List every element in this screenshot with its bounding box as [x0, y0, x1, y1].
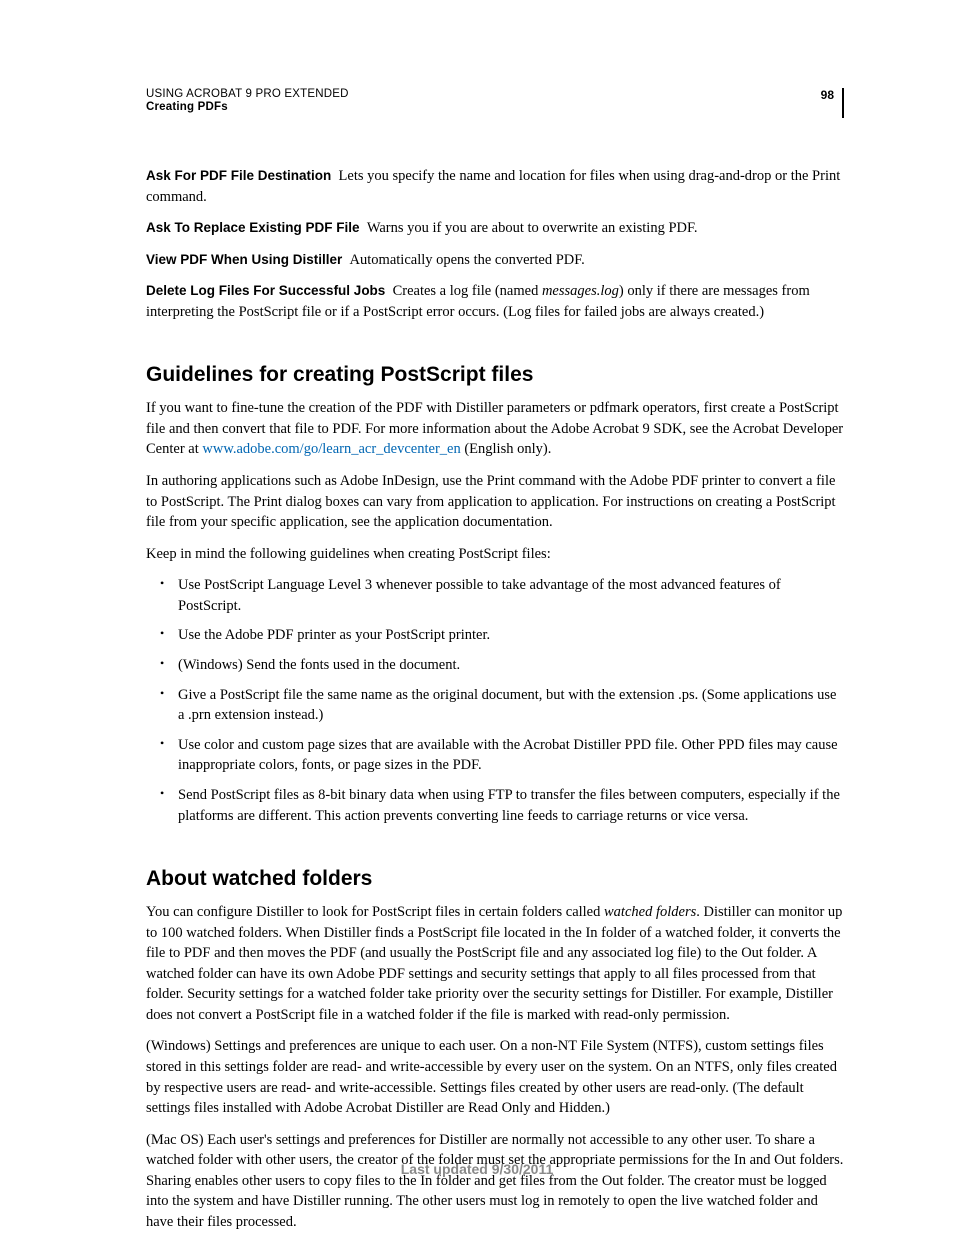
- definition-italic: messages.log: [542, 283, 619, 299]
- definition-term: Ask For PDF File Destination: [146, 168, 331, 183]
- header-left: USING ACROBAT 9 PRO EXTENDED Creating PD…: [146, 88, 349, 113]
- definition-item: Ask To Replace Existing PDF File Warns y…: [146, 218, 844, 239]
- paragraph: In authoring applications such as Adobe …: [146, 471, 844, 533]
- header-right: 98: [821, 88, 844, 118]
- section-heading-watched-folders: About watched folders: [146, 864, 844, 894]
- text-run: You can configure Distiller to look for …: [146, 904, 604, 920]
- definition-item: View PDF When Using Distiller Automatica…: [146, 250, 844, 271]
- italic-term: watched folders: [604, 904, 696, 920]
- header-chapter: Creating PDFs: [146, 101, 349, 113]
- definition-term: Ask To Replace Existing PDF File: [146, 220, 360, 235]
- definition-body: Automatically opens the converted PDF.: [350, 252, 585, 268]
- list-item: Use the Adobe PDF printer as your PostSc…: [164, 625, 844, 646]
- list-item: Use PostScript Language Level 3 whenever…: [164, 575, 844, 616]
- page-number: 98: [821, 88, 842, 102]
- definition-item: Ask For PDF File Destination Lets you sp…: [146, 166, 844, 207]
- list-item: Send PostScript files as 8-bit binary da…: [164, 785, 844, 826]
- text-run: (English only).: [461, 441, 552, 457]
- page: USING ACROBAT 9 PRO EXTENDED Creating PD…: [0, 0, 954, 1235]
- guidelines-list: Use PostScript Language Level 3 whenever…: [164, 575, 844, 826]
- definition-item: Delete Log Files For Successful Jobs Cre…: [146, 281, 844, 322]
- definition-body: Warns you if you are about to overwrite …: [367, 220, 698, 236]
- definition-term: View PDF When Using Distiller: [146, 252, 342, 267]
- running-header: USING ACROBAT 9 PRO EXTENDED Creating PD…: [146, 88, 844, 118]
- paragraph: You can configure Distiller to look for …: [146, 902, 844, 1025]
- text-run: . Distiller can monitor up to 100 watche…: [146, 904, 842, 1023]
- header-rule: [842, 88, 844, 118]
- devcenter-link[interactable]: www.adobe.com/go/learn_acr_devcenter_en: [202, 441, 460, 457]
- header-doc-title: USING ACROBAT 9 PRO EXTENDED: [146, 88, 349, 100]
- section-heading-guidelines: Guidelines for creating PostScript files: [146, 360, 844, 390]
- paragraph: (Windows) Settings and preferences are u…: [146, 1036, 844, 1118]
- paragraph: Keep in mind the following guidelines wh…: [146, 544, 844, 565]
- definition-body-a: Creates a log file (named: [393, 283, 542, 299]
- list-item: Use color and custom page sizes that are…: [164, 735, 844, 776]
- list-item: (Windows) Send the fonts used in the doc…: [164, 655, 844, 676]
- body-content: Ask For PDF File Destination Lets you sp…: [146, 166, 844, 1233]
- list-item: Give a PostScript file the same name as …: [164, 685, 844, 726]
- definition-term: Delete Log Files For Successful Jobs: [146, 283, 385, 298]
- footer-updated: Last updated 9/30/2011: [0, 1161, 954, 1177]
- paragraph: (Mac OS) Each user's settings and prefer…: [146, 1130, 844, 1233]
- paragraph: If you want to fine-tune the creation of…: [146, 398, 844, 460]
